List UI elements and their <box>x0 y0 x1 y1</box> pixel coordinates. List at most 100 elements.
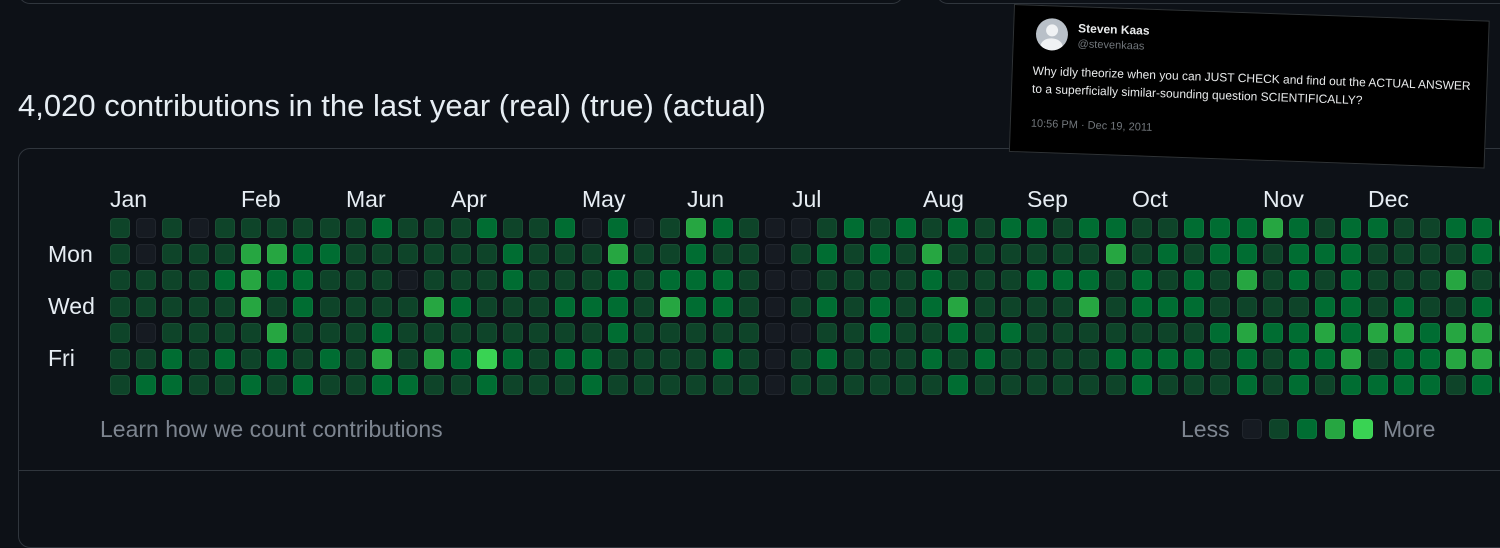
contribution-cell[interactable] <box>555 218 576 238</box>
contribution-cell[interactable] <box>974 218 995 238</box>
contribution-cell[interactable] <box>267 322 288 343</box>
contribution-cell[interactable] <box>319 296 340 317</box>
contribution-cell[interactable] <box>372 296 392 317</box>
contribution-cell[interactable] <box>607 244 628 265</box>
contribution-cell[interactable] <box>1027 244 1047 265</box>
contribution-cell[interactable] <box>1262 296 1283 317</box>
contribution-cell[interactable] <box>712 244 733 265</box>
contribution-cell[interactable] <box>1472 270 1493 291</box>
contribution-cell[interactable] <box>1420 296 1440 317</box>
contribution-cell[interactable] <box>765 349 785 369</box>
contribution-cell[interactable] <box>450 218 471 238</box>
contribution-cell[interactable] <box>817 270 838 291</box>
contribution-cell[interactable] <box>686 270 707 291</box>
contribution-cell[interactable] <box>1000 270 1021 291</box>
contribution-cell[interactable] <box>607 375 628 396</box>
contribution-cell[interactable] <box>581 296 602 317</box>
contribution-cell[interactable] <box>974 244 995 265</box>
contribution-cell[interactable] <box>1289 349 1309 369</box>
contribution-cell[interactable] <box>267 349 288 369</box>
contribution-cell[interactable] <box>1079 349 1100 369</box>
contribution-cell[interactable] <box>293 296 314 317</box>
contribution-cell[interactable] <box>843 375 864 396</box>
contribution-cell[interactable] <box>267 375 288 396</box>
contribution-cell[interactable] <box>1210 322 1231 343</box>
contribution-cell[interactable] <box>1236 244 1257 265</box>
contribution-cell[interactable] <box>1341 244 1362 265</box>
contribution-cell[interactable] <box>843 349 864 369</box>
contribution-cell[interactable] <box>1393 375 1414 396</box>
contribution-cell[interactable] <box>136 375 157 396</box>
contribution-cell[interactable] <box>896 244 916 265</box>
contribution-cell[interactable] <box>1210 375 1231 396</box>
contribution-cell[interactable] <box>241 375 261 396</box>
contribution-cell[interactable] <box>241 322 261 343</box>
contribution-cell[interactable] <box>738 270 759 291</box>
contribution-cell[interactable] <box>136 349 157 369</box>
contribution-cell[interactable] <box>372 375 392 396</box>
contribution-cell[interactable] <box>319 244 340 265</box>
contribution-cell[interactable] <box>817 322 838 343</box>
contribution-cell[interactable] <box>738 349 759 369</box>
contribution-cell[interactable] <box>686 296 707 317</box>
contribution-cell[interactable] <box>503 375 523 396</box>
contribution-cell[interactable] <box>214 218 235 238</box>
contribution-cell[interactable] <box>372 349 392 369</box>
contribution-cell[interactable] <box>1315 244 1336 265</box>
contribution-cell[interactable] <box>1000 218 1021 238</box>
contribution-cell[interactable] <box>581 349 602 369</box>
contribution-cell[interactable] <box>922 270 943 291</box>
contribution-cell[interactable] <box>476 244 497 265</box>
contribution-cell[interactable] <box>1079 244 1100 265</box>
contribution-cell[interactable] <box>712 375 733 396</box>
contribution-cell[interactable] <box>765 375 785 396</box>
contribution-cell[interactable] <box>1079 296 1100 317</box>
contribution-cell[interactable] <box>843 296 864 317</box>
contribution-cell[interactable] <box>1315 375 1336 396</box>
contribution-cell[interactable] <box>974 375 995 396</box>
contribution-cell[interactable] <box>319 322 340 343</box>
contribution-cell[interactable] <box>476 296 497 317</box>
contribution-cell[interactable] <box>1289 270 1309 291</box>
contribution-cell[interactable] <box>974 270 995 291</box>
contribution-cell[interactable] <box>791 270 812 291</box>
contribution-cell[interactable] <box>1158 218 1178 238</box>
contribution-cell[interactable] <box>1210 349 1231 369</box>
contribution-cell[interactable] <box>765 296 785 317</box>
contribution-cell[interactable] <box>555 270 576 291</box>
contribution-cell[interactable] <box>529 244 550 265</box>
contribution-cell[interactable] <box>555 349 576 369</box>
contribution-cell[interactable] <box>1158 270 1178 291</box>
contribution-cell[interactable] <box>241 244 261 265</box>
contribution-cell[interactable] <box>450 375 471 396</box>
contribution-cell[interactable] <box>450 322 471 343</box>
contribution-cell[interactable] <box>345 296 366 317</box>
contribution-cell[interactable] <box>424 218 445 238</box>
contribution-cell[interactable] <box>188 349 209 369</box>
contribution-cell[interactable] <box>1236 296 1257 317</box>
contribution-cell[interactable] <box>948 375 969 396</box>
contribution-cell[interactable] <box>1184 322 1205 343</box>
contribution-cell[interactable] <box>345 375 366 396</box>
contribution-cell[interactable] <box>922 296 943 317</box>
contribution-cell[interactable] <box>948 296 969 317</box>
contribution-cell[interactable] <box>974 322 995 343</box>
contribution-cell[interactable] <box>110 322 130 343</box>
contribution-cell[interactable] <box>791 375 812 396</box>
contribution-cell[interactable] <box>1210 218 1231 238</box>
contribution-cell[interactable] <box>660 218 681 238</box>
contribution-cell[interactable] <box>1393 296 1414 317</box>
contribution-cell[interactable] <box>607 218 628 238</box>
contribution-cell[interactable] <box>424 270 445 291</box>
contribution-cell[interactable] <box>1472 218 1493 238</box>
contribution-cell[interactable] <box>581 244 602 265</box>
contribution-cell[interactable] <box>241 296 261 317</box>
contribution-cell[interactable] <box>1079 375 1100 396</box>
contribution-cell[interactable] <box>1472 244 1493 265</box>
contribution-cell[interactable] <box>738 244 759 265</box>
contribution-cell[interactable] <box>660 349 681 369</box>
contribution-cell[interactable] <box>293 270 314 291</box>
contribution-cell[interactable] <box>110 296 130 317</box>
contribution-cell[interactable] <box>1236 375 1257 396</box>
contribution-cell[interactable] <box>1158 244 1178 265</box>
